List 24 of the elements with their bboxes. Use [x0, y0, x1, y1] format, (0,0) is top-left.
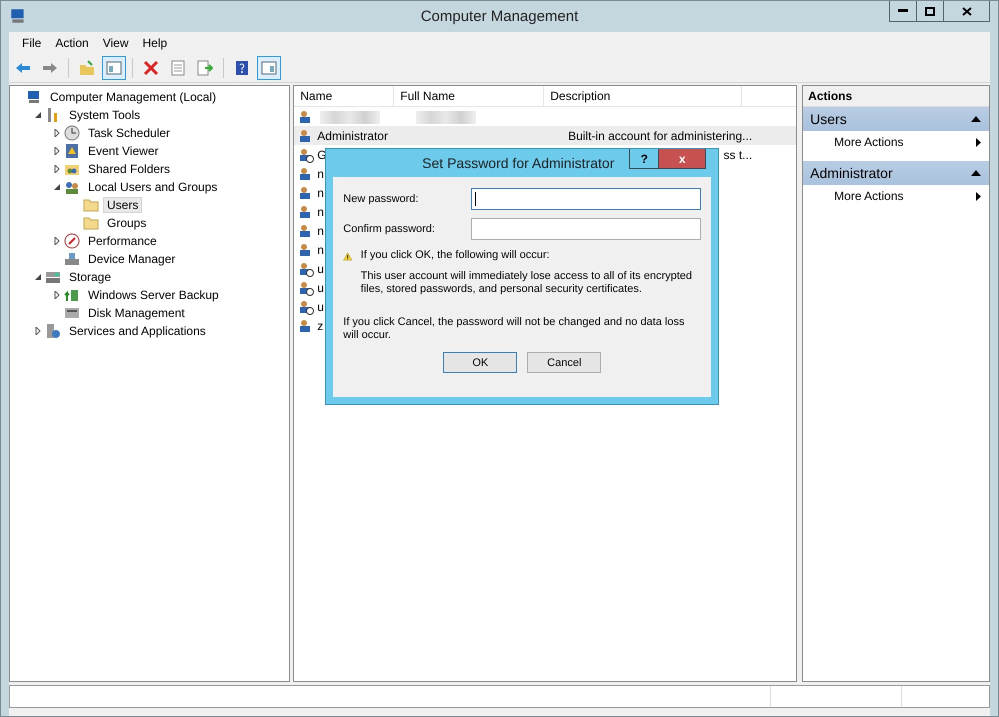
- table-cell: n: [316, 204, 324, 218]
- window-title: Computer Management: [420, 8, 578, 25]
- warning-title: If you click OK, the following will occur:: [360, 249, 551, 262]
- table-cell: u: [316, 280, 324, 294]
- table-cell: ss t...: [723, 148, 752, 162]
- table-cell: n: [316, 224, 324, 238]
- table-cell: u: [316, 262, 324, 276]
- section-title: Users: [810, 111, 847, 127]
- table-cell: n: [316, 186, 324, 200]
- table-cell: Administrator: [316, 128, 388, 142]
- table-cell: u: [316, 300, 324, 314]
- actions-title: Actions: [803, 86, 989, 107]
- table-cell: z: [316, 318, 324, 332]
- field-label: New password:: [343, 193, 418, 205]
- section-title: Administrator: [810, 165, 893, 181]
- cancel-note: If you click Cancel, the password will not be changed and no data loss will occur.: [343, 316, 686, 342]
- action-label: More Actions: [834, 135, 904, 149]
- table-cell: n: [316, 242, 324, 256]
- table-cell: Built-in account for administering...: [568, 128, 752, 142]
- field-label: Confirm password:: [343, 223, 435, 235]
- action-label: More Actions: [834, 189, 904, 203]
- table-cell: n: [316, 166, 324, 180]
- warning-text: This user account will immediately lose access to all of its encrypted files, stored passwords, and personal security certificates.: [360, 270, 694, 296]
- dialog-title: Set Password for Administrator: [422, 155, 614, 171]
